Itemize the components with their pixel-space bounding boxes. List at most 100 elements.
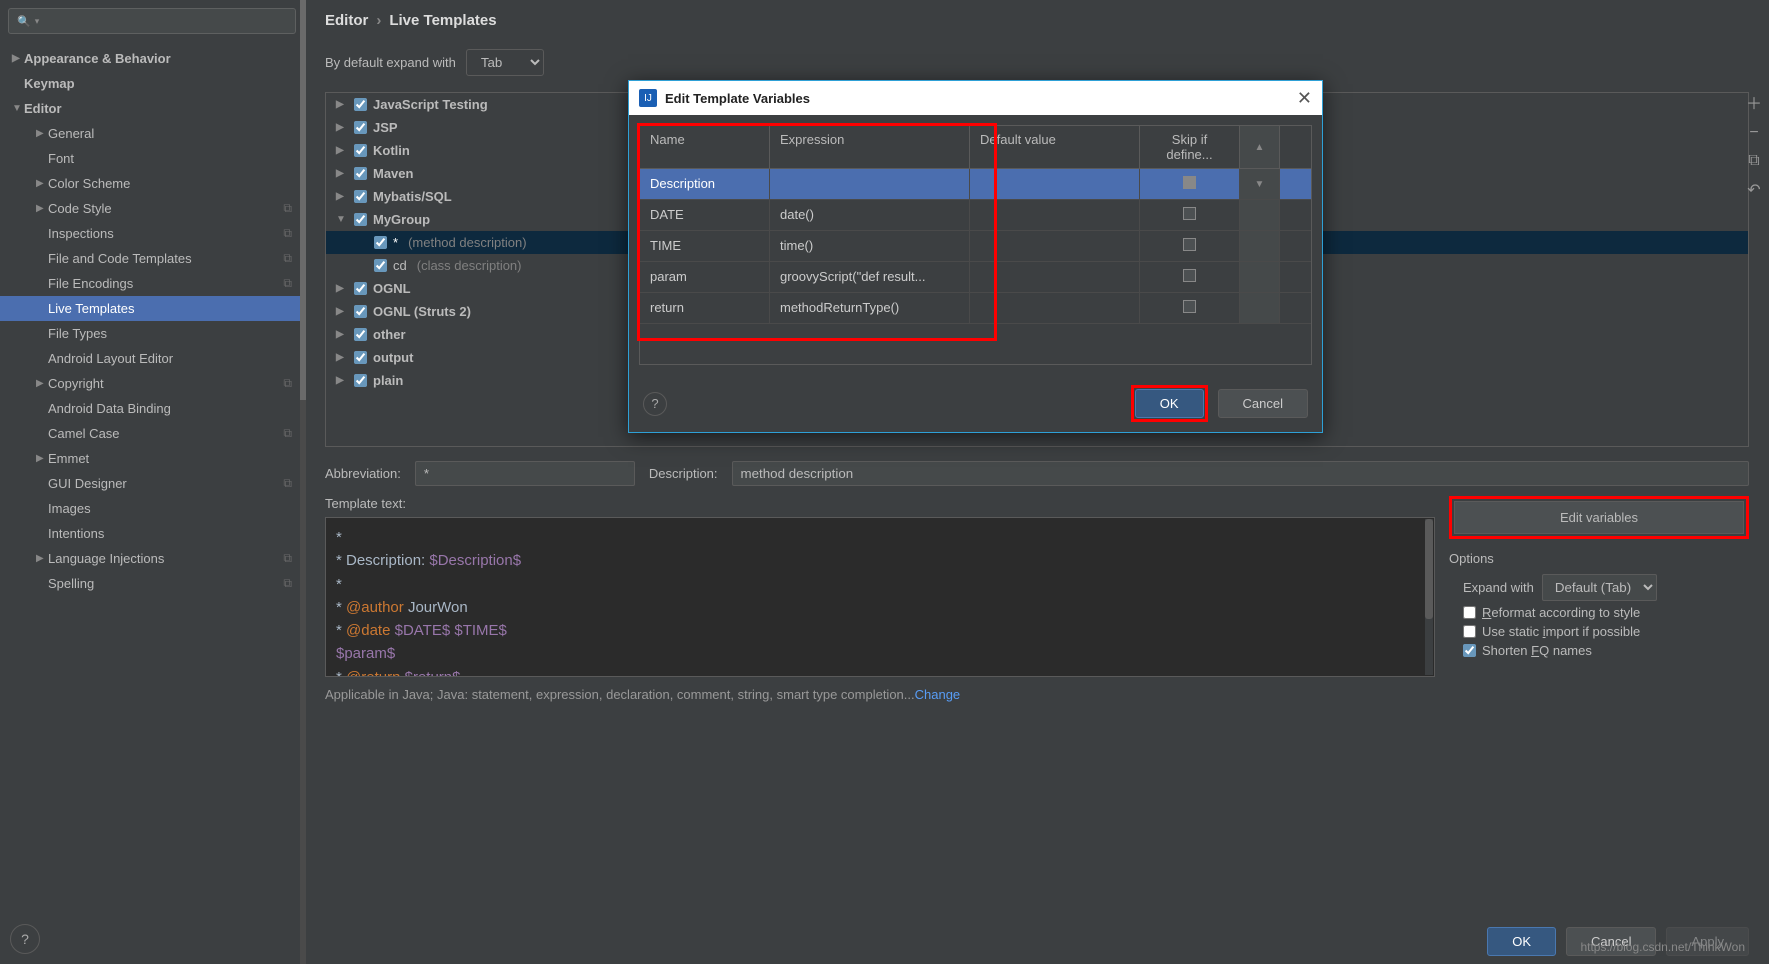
settings-apply-button[interactable]: Apply: [1666, 927, 1749, 956]
sidebar-item-camel-case[interactable]: Camel Case⧉: [0, 421, 304, 446]
search-input[interactable]: [8, 8, 296, 34]
template-text-editor[interactable]: * * Description: $Description$ * * @auth…: [325, 517, 1435, 677]
expand-with-select[interactable]: Default (Tab): [1542, 574, 1657, 601]
sidebar-item-spelling[interactable]: Spelling⧉: [0, 571, 304, 596]
template-checkbox[interactable]: [354, 328, 367, 341]
skip-checkbox[interactable]: [1183, 207, 1196, 220]
dialog-titlebar: IJ Edit Template Variables ✕: [629, 81, 1322, 115]
breadcrumb: Editor›Live Templates: [305, 0, 1769, 41]
copy-icon: ⧉: [283, 251, 292, 266]
sidebar-item-font[interactable]: Font: [0, 146, 304, 171]
options-title: Options: [1449, 551, 1749, 566]
skip-checkbox[interactable]: [1183, 238, 1196, 251]
copy-icon: ⧉: [283, 201, 292, 216]
table-row[interactable]: TIMEtime(): [640, 231, 1311, 262]
shorten-fq-checkbox[interactable]: [1463, 644, 1476, 657]
undo-icon[interactable]: ↶: [1747, 180, 1760, 200]
settings-cancel-button[interactable]: Cancel: [1566, 927, 1656, 956]
template-checkbox[interactable]: [354, 305, 367, 318]
table-row[interactable]: DATEdate(): [640, 200, 1311, 231]
sidebar-item-live-templates[interactable]: Live Templates: [0, 296, 304, 321]
template-checkbox[interactable]: [354, 121, 367, 134]
table-row[interactable]: paramgroovyScript("def result...: [640, 262, 1311, 293]
add-icon[interactable]: ＋: [1746, 90, 1762, 114]
reorder-controls: ▲: [1240, 126, 1280, 168]
copy-icon: ⧉: [283, 551, 292, 566]
copy-icon: ⧉: [283, 226, 292, 241]
skip-checkbox[interactable]: [1183, 176, 1196, 189]
settings-ok-button[interactable]: OK: [1487, 927, 1556, 956]
applicable-contexts: Applicable in Java; Java: statement, exp…: [325, 687, 1749, 702]
copy-icon: ⧉: [283, 426, 292, 441]
help-button[interactable]: ?: [10, 924, 40, 954]
desc-input[interactable]: [732, 461, 1749, 486]
sidebar-item-copyright[interactable]: ▶Copyright⧉: [0, 371, 304, 396]
sidebar-item-editor[interactable]: ▼Editor: [0, 96, 304, 121]
reformat-checkbox[interactable]: [1463, 606, 1476, 619]
settings-tree: ▶Appearance & BehaviorKeymap▼Editor▶Gene…: [0, 42, 304, 914]
code-scrollbar[interactable]: [1425, 519, 1433, 675]
template-toolbar: ＋ − ⧉ ↶: [1739, 80, 1769, 200]
sidebar-item-file-encodings[interactable]: File Encodings⧉: [0, 271, 304, 296]
template-checkbox[interactable]: [354, 190, 367, 203]
move-up-icon[interactable]: ▲: [1255, 142, 1265, 153]
template-checkbox[interactable]: [354, 374, 367, 387]
ok-button[interactable]: OK: [1135, 389, 1204, 418]
copy-icon: ⧉: [283, 276, 292, 291]
col-default: Default value: [970, 126, 1140, 168]
col-skip: Skip if define...: [1140, 126, 1240, 168]
template-checkbox[interactable]: [354, 167, 367, 180]
template-checkbox[interactable]: [374, 259, 387, 272]
close-icon[interactable]: ✕: [1297, 88, 1312, 109]
sidebar-item-color-scheme[interactable]: ▶Color Scheme: [0, 171, 304, 196]
skip-checkbox[interactable]: [1183, 269, 1196, 282]
expand-select[interactable]: Tab: [466, 49, 544, 76]
sidebar-item-keymap[interactable]: Keymap: [0, 71, 304, 96]
sidebar-item-images[interactable]: Images: [0, 496, 304, 521]
change-link[interactable]: Change: [915, 687, 961, 702]
remove-icon[interactable]: −: [1749, 124, 1758, 142]
sidebar-scrollbar[interactable]: [300, 0, 306, 964]
sidebar-item-general[interactable]: ▶General: [0, 121, 304, 146]
template-checkbox[interactable]: [354, 282, 367, 295]
template-text-label: Template text:: [325, 496, 1435, 511]
edit-variables-button[interactable]: Edit variables: [1454, 501, 1744, 534]
static-import-checkbox[interactable]: [1463, 625, 1476, 638]
template-checkbox[interactable]: [374, 236, 387, 249]
skip-checkbox[interactable]: [1183, 300, 1196, 313]
sidebar-item-inspections[interactable]: Inspections⧉: [0, 221, 304, 246]
sidebar-item-gui-designer[interactable]: GUI Designer⧉: [0, 471, 304, 496]
static-import-label: Use static import if possible: [1482, 624, 1640, 639]
table-row[interactable]: returnmethodReturnType(): [640, 293, 1311, 324]
dialog-help-button[interactable]: ?: [643, 392, 667, 416]
abbrev-input[interactable]: [415, 461, 635, 486]
copy-icon[interactable]: ⧉: [1748, 152, 1759, 170]
reformat-label: Reformat according to style: [1482, 605, 1640, 620]
sidebar-item-appearance-behavior[interactable]: ▶Appearance & Behavior: [0, 46, 304, 71]
intellij-icon: IJ: [639, 89, 657, 107]
cancel-button[interactable]: Cancel: [1218, 389, 1308, 418]
sidebar-item-emmet[interactable]: ▶Emmet: [0, 446, 304, 471]
template-checkbox[interactable]: [354, 98, 367, 111]
variables-table: Name Expression Default value Skip if de…: [639, 125, 1312, 365]
settings-sidebar: ▶Appearance & BehaviorKeymap▼Editor▶Gene…: [0, 0, 305, 964]
sidebar-item-file-types[interactable]: File Types: [0, 321, 304, 346]
abbrev-label: Abbreviation:: [325, 466, 401, 481]
copy-icon: ⧉: [283, 476, 292, 491]
sidebar-item-intentions[interactable]: Intentions: [0, 521, 304, 546]
sidebar-item-code-style[interactable]: ▶Code Style⧉: [0, 196, 304, 221]
copy-icon: ⧉: [283, 376, 292, 391]
sidebar-item-android-data-binding[interactable]: Android Data Binding: [0, 396, 304, 421]
template-checkbox[interactable]: [354, 213, 367, 226]
template-checkbox[interactable]: [354, 351, 367, 364]
template-checkbox[interactable]: [354, 144, 367, 157]
dialog-title: Edit Template Variables: [665, 91, 810, 106]
sidebar-item-language-injections[interactable]: ▶Language Injections⧉: [0, 546, 304, 571]
col-name: Name: [640, 126, 770, 168]
table-row[interactable]: Description▼: [640, 169, 1311, 200]
sidebar-item-android-layout-editor[interactable]: Android Layout Editor: [0, 346, 304, 371]
move-down-icon[interactable]: ▼: [1255, 179, 1265, 190]
edit-vars-highlight: Edit variables: [1449, 496, 1749, 539]
expand-with-label: Expand with: [1463, 580, 1534, 595]
sidebar-item-file-and-code-templates[interactable]: File and Code Templates⧉: [0, 246, 304, 271]
